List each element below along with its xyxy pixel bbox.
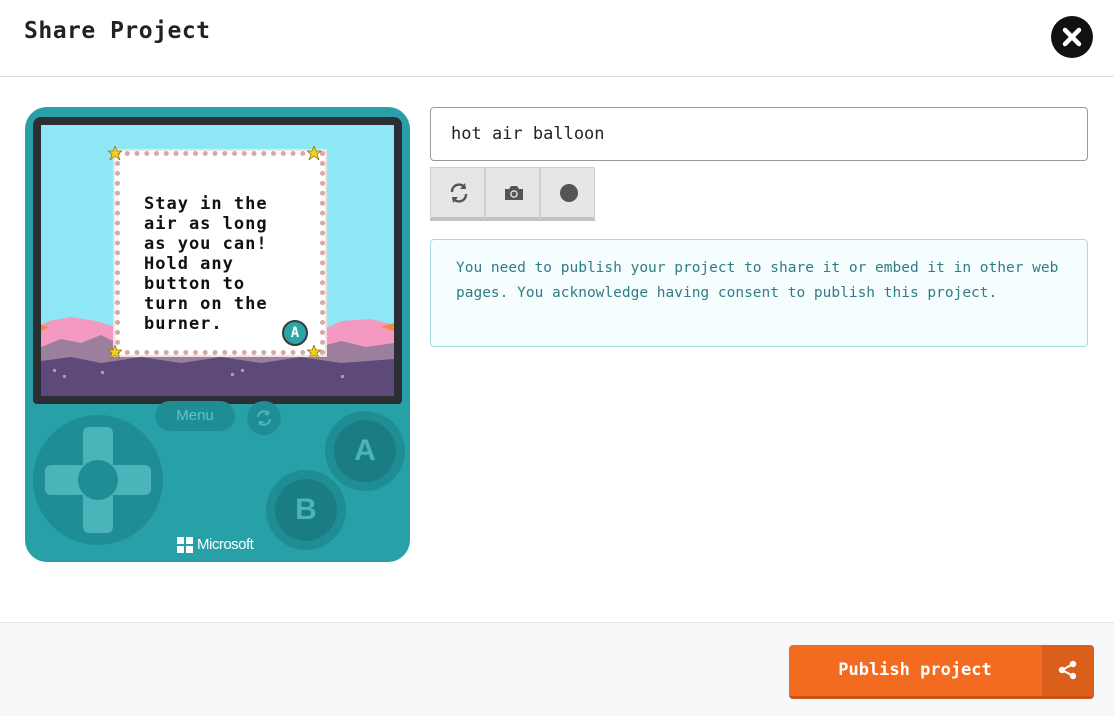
camera-icon bbox=[505, 186, 523, 200]
publish-project-button[interactable]: Publish project bbox=[789, 645, 1094, 699]
dpad[interactable] bbox=[33, 415, 163, 545]
star-icon bbox=[108, 345, 122, 359]
share-icon bbox=[1058, 660, 1077, 680]
star-icon bbox=[307, 146, 321, 160]
project-name-input[interactable] bbox=[430, 107, 1088, 161]
game-screen[interactable]: Stay in the air as long as you can! Hold… bbox=[41, 125, 394, 396]
dpad-center bbox=[78, 460, 118, 500]
record-icon bbox=[560, 184, 578, 202]
restart-simulator-button[interactable] bbox=[430, 167, 485, 221]
record-button[interactable] bbox=[540, 167, 595, 221]
refresh-icon bbox=[256, 410, 272, 426]
refresh-icon bbox=[450, 183, 468, 203]
b-button-ring: B bbox=[266, 470, 346, 550]
windows-logo-icon bbox=[177, 537, 193, 553]
star-icon bbox=[307, 345, 321, 359]
menu-button[interactable]: Menu bbox=[155, 401, 235, 431]
a-button-hint-badge: A bbox=[282, 320, 308, 346]
a-button-ring: A bbox=[325, 411, 405, 491]
screenshot-button[interactable] bbox=[485, 167, 540, 221]
close-button[interactable] bbox=[1051, 16, 1093, 58]
reset-button[interactable] bbox=[247, 401, 281, 435]
game-dialog-text: Stay in the air as long as you can! Hold… bbox=[144, 194, 268, 334]
publish-notice: You need to publish your project to shar… bbox=[430, 239, 1088, 347]
dialog-header: Share Project bbox=[0, 0, 1114, 77]
b-button[interactable]: B bbox=[275, 479, 337, 541]
brand-label: Microsoft bbox=[197, 536, 254, 553]
star-icon bbox=[108, 146, 122, 160]
publish-icon-area bbox=[1042, 645, 1094, 696]
publish-label: Publish project bbox=[838, 660, 992, 680]
dialog-footer: Publish project bbox=[0, 622, 1114, 716]
a-button[interactable]: A bbox=[334, 420, 396, 482]
close-icon bbox=[1062, 27, 1082, 47]
game-simulator: Stay in the air as long as you can! Hold… bbox=[25, 107, 410, 562]
screen-bezel: Stay in the air as long as you can! Hold… bbox=[33, 117, 402, 404]
game-dialog: Stay in the air as long as you can! Hold… bbox=[113, 149, 327, 357]
dialog-title: Share Project bbox=[24, 18, 211, 44]
